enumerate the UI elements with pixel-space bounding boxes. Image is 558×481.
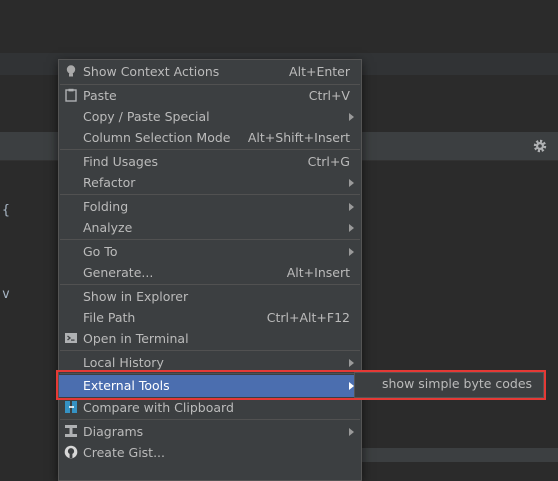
menu-separator (60, 284, 360, 285)
menu-item-show-in-explorer[interactable]: Show in Explorer (59, 286, 361, 307)
bottom-panel (360, 448, 558, 462)
submenu-arrow-icon (349, 224, 354, 232)
menu-item-label: Column Selection Mode (83, 130, 231, 145)
submenu-arrow-icon (349, 248, 354, 256)
menu-item-shortcut: Ctrl+Alt+F12 (266, 310, 350, 325)
menu-item-label: Go To (83, 244, 118, 259)
menu-item-label: Compare with Clipboard (83, 400, 234, 415)
menu-separator (60, 373, 360, 374)
submenu-arrow-icon (349, 428, 354, 436)
menu-item-label: Show in Explorer (83, 289, 189, 304)
menu-item-file-path[interactable]: File Path Ctrl+Alt+F12 (59, 307, 361, 328)
menu-item-label: Find Usages (83, 154, 159, 169)
menu-separator (60, 419, 360, 420)
submenu-arrow-icon (349, 203, 354, 211)
menu-item-label: Analyze (83, 220, 133, 235)
menu-item-label: Copy / Paste Special (83, 109, 210, 124)
menu-item-paste[interactable]: Paste Ctrl+V (59, 85, 361, 106)
editor-context-menu: Show Context Actions Alt+Enter Paste Ctr… (58, 59, 362, 481)
menu-item-label: Open in Terminal (83, 331, 189, 346)
menu-item-create-gist[interactable]: Create Gist... (59, 442, 361, 463)
menu-item-shortcut: Ctrl+G (307, 154, 350, 169)
menu-item-show-context-actions[interactable]: Show Context Actions Alt+Enter (59, 61, 361, 82)
menu-item-compare-with-clipboard[interactable]: Compare with Clipboard (59, 397, 361, 418)
menu-item-shortcut: Alt+Insert (286, 265, 350, 280)
menu-item-copy-paste-special[interactable]: Copy / Paste Special (59, 106, 361, 127)
submenu-item-show-simple-byte-codes[interactable]: show simple byte codes (382, 373, 532, 395)
menu-item-label: Folding (83, 199, 129, 214)
menu-item-label: Local History (83, 355, 164, 370)
github-icon (64, 445, 78, 459)
terminal-icon (65, 333, 77, 343)
submenu-arrow-icon (349, 113, 354, 121)
menu-separator (60, 194, 360, 195)
lightbulb-icon (66, 65, 76, 77)
external-tools-submenu: show simple byte codes (354, 372, 544, 398)
menu-item-find-usages[interactable]: Find Usages Ctrl+G (59, 151, 361, 172)
gear-icon[interactable] (532, 138, 548, 154)
menu-item-go-to[interactable]: Go To (59, 241, 361, 262)
menu-item-folding[interactable]: Folding (59, 196, 361, 217)
menu-separator (60, 350, 360, 351)
menu-separator (60, 149, 360, 150)
editor-code-brace: { (2, 203, 10, 218)
menu-item-label: Show Context Actions (83, 64, 220, 79)
menu-item-label: Diagrams (83, 424, 144, 439)
menu-item-external-tools[interactable]: External Tools (59, 375, 361, 397)
menu-item-label: Paste (83, 88, 117, 103)
menu-item-refactor[interactable]: Refactor (59, 172, 361, 193)
clipboard-icon (65, 88, 77, 102)
menu-item-shortcut: Ctrl+V (308, 88, 350, 103)
menu-item-label: Refactor (83, 175, 136, 190)
submenu-arrow-icon (349, 179, 354, 187)
editor-code-char: v (2, 287, 10, 302)
menu-item-generate[interactable]: Generate... Alt+Insert (59, 262, 361, 283)
menu-item-label: Create Gist... (83, 445, 166, 460)
menu-item-local-history[interactable]: Local History (59, 352, 361, 373)
menu-item-shortcut: Alt+Shift+Insert (247, 130, 350, 145)
menu-item-label: File Path (83, 310, 136, 325)
menu-item-shortcut: Alt+Enter (289, 64, 350, 79)
menu-item-label: Generate... (83, 265, 154, 280)
compare-icon (65, 401, 77, 413)
menu-item-column-selection-mode[interactable]: Column Selection Mode Alt+Shift+Insert (59, 127, 361, 148)
menu-item-label: External Tools (83, 378, 170, 393)
menu-item-analyze[interactable]: Analyze (59, 217, 361, 238)
editor-area-top (0, 0, 558, 53)
menu-item-open-in-terminal[interactable]: Open in Terminal (59, 328, 361, 349)
menu-separator (60, 239, 360, 240)
diagram-icon (65, 425, 77, 437)
menu-item-diagrams[interactable]: Diagrams (59, 421, 361, 442)
submenu-arrow-icon (349, 359, 354, 367)
